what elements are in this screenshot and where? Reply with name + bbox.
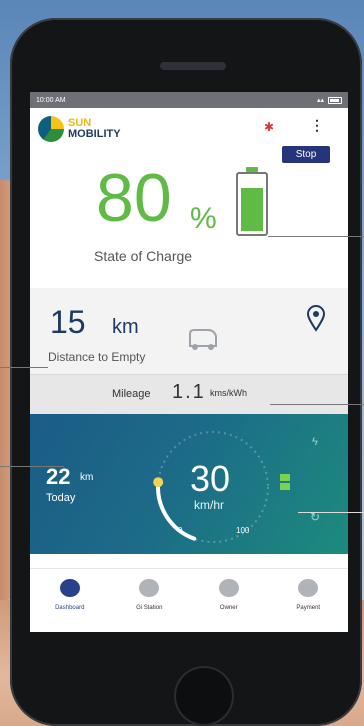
status-bar: 10:00 AM ▴▴	[30, 92, 348, 108]
bluetooth-icon[interactable]: ✱	[264, 120, 274, 134]
mileage-panel: Mileage 1.1 kms/kWh	[30, 374, 348, 414]
logo-line2: MOBILITY	[68, 128, 121, 140]
location-pin-icon[interactable]	[306, 304, 326, 332]
speed-panel: 22 km Today 30 km/hr 0 100 ϟ ↻	[30, 414, 348, 554]
phone-speaker	[160, 62, 226, 70]
charge-label: State of Charge	[94, 248, 193, 264]
level-bar	[280, 483, 290, 490]
speed-value: 30	[190, 458, 231, 499]
battery-status-icon	[328, 96, 342, 104]
power-level-bars	[280, 474, 290, 492]
callout-line-speed	[298, 512, 364, 513]
nav-label: Payment	[296, 605, 321, 611]
bolt-icon: ϟ	[312, 436, 318, 448]
dashboard-icon	[59, 579, 80, 597]
mileage-unit: kms/kWh	[210, 388, 247, 398]
nav-item-payment[interactable]: Payment	[269, 569, 349, 632]
gauge-min-label: 0	[178, 526, 183, 535]
callout-line-trip	[0, 466, 64, 467]
charge-unit: %	[190, 202, 217, 235]
distance-value: 15	[50, 304, 86, 340]
status-time: 10:00 AM	[36, 96, 66, 104]
charge-value: 80	[96, 160, 172, 236]
station-icon	[139, 579, 160, 597]
payment-icon	[298, 579, 319, 597]
distance-panel: 15 km Distance to Empty	[30, 288, 348, 374]
nav-label: Gi Station	[136, 605, 163, 611]
nav-label: Owner	[219, 605, 238, 611]
distance-label: Distance to Empty	[48, 350, 146, 364]
trip-unit: km	[80, 472, 94, 483]
auto-rickshaw-icon	[189, 329, 217, 350]
status-icons: ▴▴	[317, 96, 342, 104]
speed-arc	[156, 480, 197, 541]
trip-label: Today	[46, 492, 76, 504]
callout-line-distance	[0, 367, 48, 368]
trip-value: 22	[46, 464, 71, 489]
distance-unit: km	[112, 316, 139, 338]
nav-item-dashboard[interactable]: Dashboard	[30, 569, 110, 632]
speed-indicator-dot	[153, 477, 164, 488]
home-button[interactable]	[174, 666, 234, 726]
state-of-charge-panel: 80 % State of Charge	[30, 152, 348, 288]
mileage-value: 1.1	[172, 381, 206, 403]
app-header: SUN MOBILITY ✱ ⋮ Stop	[30, 108, 348, 163]
battery-fill	[241, 188, 263, 231]
sun-mobility-logo-icon	[38, 116, 64, 142]
gauge-max-label: 100	[236, 526, 250, 535]
signal-icon: ▴▴	[316, 97, 324, 104]
nav-label: Dashboard	[55, 605, 85, 611]
brand-logo-text: SUN MOBILITY	[68, 118, 121, 140]
callout-line-mileage	[270, 404, 364, 405]
app-screen: 10:00 AM ▴▴ SUN MOBILITY ✱ ⋮ Stop 80 % S…	[30, 92, 348, 632]
nav-item-station[interactable]: Gi Station	[110, 569, 190, 632]
owner-icon	[218, 579, 239, 597]
mileage-label: Mileage	[112, 388, 151, 400]
battery-level-icon	[236, 172, 268, 236]
nav-item-owner[interactable]: Owner	[189, 569, 269, 632]
speed-unit: km/hr	[194, 498, 224, 512]
bottom-navigation: Dashboard Gi Station Owner Payment	[30, 568, 348, 632]
level-bar	[280, 474, 290, 481]
more-vertical-icon[interactable]: ⋮	[310, 117, 324, 134]
callout-line-charge	[268, 236, 364, 237]
